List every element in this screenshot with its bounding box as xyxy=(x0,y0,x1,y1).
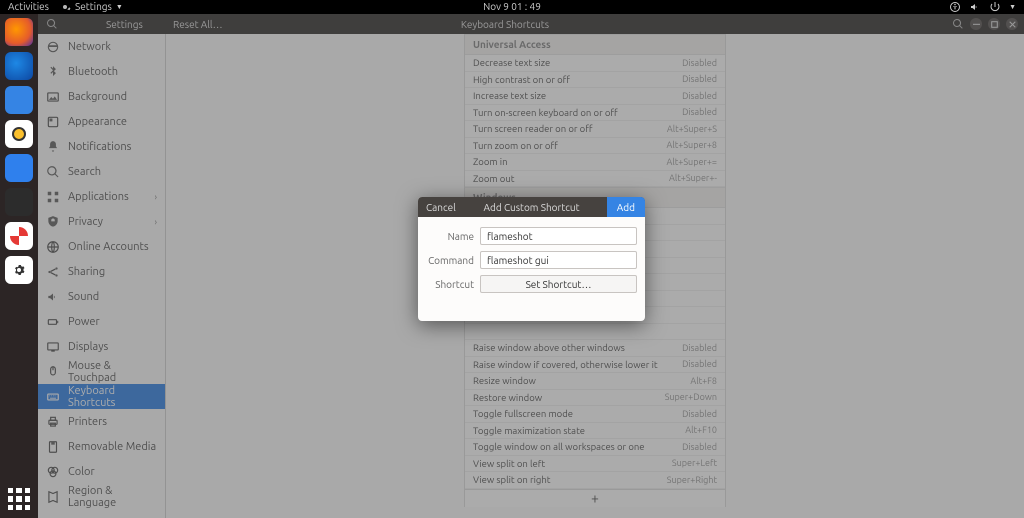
set-shortcut-button[interactable]: Set Shortcut… xyxy=(480,275,637,293)
volume-icon xyxy=(969,1,981,13)
clock[interactable]: Nov 9 01 : 49 xyxy=(483,0,541,14)
name-label: Name xyxy=(426,231,474,242)
accessibility-icon xyxy=(949,1,961,13)
app-menu[interactable]: Settings ▼ xyxy=(59,0,123,14)
cancel-button[interactable]: Cancel xyxy=(418,202,464,213)
command-input[interactable] xyxy=(480,251,637,269)
command-label: Command xyxy=(426,255,474,266)
dock xyxy=(0,14,38,518)
dock-terminal[interactable] xyxy=(5,188,33,216)
name-input[interactable] xyxy=(480,227,637,245)
activities-button[interactable]: Activities xyxy=(8,0,49,14)
dialog-header: Cancel Add Custom Shortcut Add xyxy=(418,197,645,217)
gear-icon xyxy=(59,1,71,13)
dock-files[interactable] xyxy=(5,86,33,114)
dock-rhythmbox[interactable] xyxy=(5,120,33,148)
dock-settings[interactable] xyxy=(5,256,33,284)
add-shortcut-dialog: Cancel Add Custom Shortcut Add Name Comm… xyxy=(418,197,645,321)
dialog-title: Add Custom Shortcut xyxy=(483,202,579,213)
app-menu-label: Settings xyxy=(75,0,112,14)
show-applications[interactable] xyxy=(8,488,30,510)
dock-firefox[interactable] xyxy=(5,18,33,46)
add-button[interactable]: Add xyxy=(607,197,645,217)
system-tray[interactable]: ▼ xyxy=(949,0,1024,14)
gnome-topbar: Activities Settings ▼ Nov 9 01 : 49 ▼ xyxy=(0,0,1024,14)
dock-text-editor[interactable] xyxy=(5,154,33,182)
dock-help[interactable] xyxy=(5,222,33,250)
shortcut-label: Shortcut xyxy=(426,279,474,290)
gear-icon xyxy=(13,264,25,276)
power-icon xyxy=(989,1,1001,13)
dock-thunderbird[interactable] xyxy=(5,52,33,80)
